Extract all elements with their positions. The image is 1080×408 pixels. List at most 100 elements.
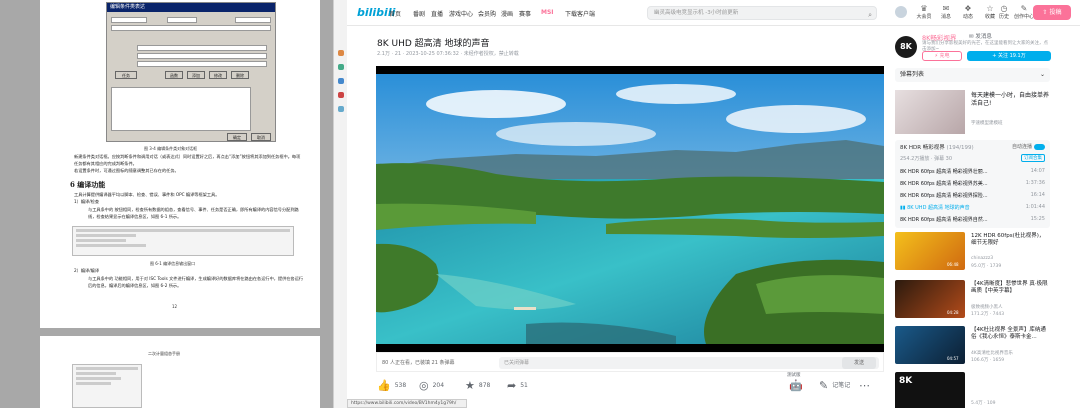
nav-esports[interactable]: 赛事: [519, 9, 531, 18]
danmaku-bar: 80 人正在看，已装填 21 条弹幕 已关闭弹幕 发送: [376, 352, 884, 372]
video-frame[interactable]: [376, 74, 884, 344]
top-navbar: bilibili 首页 番剧 直播 游戏中心 会员购 漫画 赛事 MSI 下载客…: [347, 0, 1080, 26]
episode-item-active[interactable]: ▮▮ 8K UHD 超高清 地球的声音 1:01:44: [900, 204, 1045, 211]
recommended-video[interactable]: 8K 5.4万 · 109: [895, 372, 1050, 408]
paragraph: 工具计算提供编译器平均以脚本、检查、错误、事件和 OPC 编译等框架工具。: [74, 192, 220, 197]
video-thumbnail: 8K: [895, 372, 965, 408]
topbar-dynamics[interactable]: ❖ 动态: [957, 4, 979, 20]
robot-icon[interactable]: 🤖: [789, 379, 807, 392]
page-header: 二次计量组态手册: [148, 351, 180, 356]
ad-card[interactable]: 每天建模一小时，自由接单养活自己! 宇速模型建模班: [895, 90, 1050, 134]
document-page: 编辑条件类表达 任务 函数 添加 修改 删除 确定 取消 图 3-4 编辑条件类…: [40, 0, 320, 328]
ad-thumbnail: [895, 90, 965, 134]
message-icon: ✉: [942, 4, 950, 13]
search-icon[interactable]: ⌕: [868, 9, 872, 21]
up-name[interactable]: 极致视频小黑人: [971, 304, 1003, 310]
document-viewer[interactable]: 编辑条件类表达 任务 函数 添加 修改 删除 确定 取消 图 3-4 编辑条件类…: [0, 0, 333, 408]
nav-live[interactable]: 直播: [431, 9, 443, 18]
share-button[interactable]: ➦ 51: [507, 379, 528, 392]
episode-item[interactable]: 8K HDR 60fps 超高清 畅彩视界自然... 15:25: [900, 216, 1045, 223]
nav-anime[interactable]: 番剧: [413, 9, 425, 18]
subheading: 1）编译/检查: [74, 199, 100, 204]
charge-button[interactable]: ⚡ 充电: [922, 51, 962, 61]
favorite-button[interactable]: ★ 878: [465, 379, 490, 392]
video-stats: 5.4万 · 109: [971, 401, 996, 406]
extension-icon[interactable]: [337, 78, 344, 84]
extension-icon[interactable]: [337, 64, 344, 70]
aerial-island-image: [376, 74, 884, 344]
extension-icon[interactable]: [337, 50, 344, 56]
send-message-link[interactable]: ✉ 发消息: [969, 32, 992, 40]
note-icon: ✎: [819, 379, 829, 392]
nav-home[interactable]: 首页: [389, 9, 401, 18]
episode-item[interactable]: 8K HDR 60fps 超高清 畅彩视界探险... 16:14: [900, 192, 1045, 199]
chevron-down-icon: ⌄: [1039, 71, 1045, 78]
section-heading: 6 编译功能: [70, 180, 106, 189]
coin-button[interactable]: ◎ 204: [419, 379, 444, 392]
figure-image: [72, 226, 294, 256]
collection-stats: 254.2万播放 · 弹幕 30: [900, 156, 953, 162]
dynamics-icon: ❖: [964, 4, 972, 13]
up-avatar[interactable]: 8K: [895, 36, 917, 58]
dialog-title: 编辑条件类表达: [107, 3, 275, 12]
video-stats: 171.2万 · 7443: [971, 312, 1005, 317]
notes-button[interactable]: ✎ 记笔记: [819, 379, 850, 392]
episode-item[interactable]: 8K HDR 60fps 超高清 畅彩视界壮丽... 14:07: [900, 168, 1045, 175]
dialog-figure: 编辑条件类表达 任务 函数 添加 修改 删除 确定 取消: [106, 2, 276, 142]
nav-download[interactable]: 下载客户端: [565, 9, 595, 18]
document-page: 二次计量组态手册: [40, 336, 320, 408]
like-button[interactable]: 👍 538: [377, 379, 406, 392]
nav-mall[interactable]: 会员购: [478, 9, 496, 18]
up-name[interactable]: 4K高清杜比视界音乐: [971, 350, 1013, 356]
bilibili-page: bilibili 首页 番剧 直播 游戏中心 会员购 漫画 赛事 MSI 下载客…: [347, 0, 1080, 408]
video-meta: 2.1万 · 21 · 2023-10-25 07:36:32 · 未经作者授权…: [377, 51, 519, 57]
danmaku-list-header[interactable]: 弹幕列表 ⌄: [895, 68, 1050, 82]
danmaku-count: 80 人正在看，已装填 21 条弹幕: [382, 360, 455, 366]
recommended-video[interactable]: 06:48 12K HDR 60fps(杜比视界)，细节无限好 chinazzz…: [895, 232, 1050, 270]
upload-button[interactable]: ⇧ 投稿: [1033, 5, 1071, 20]
user-avatar[interactable]: [895, 6, 907, 18]
star-icon: ★: [465, 379, 475, 392]
toggle-switch[interactable]: [1034, 143, 1045, 150]
extension-icon[interactable]: [337, 92, 344, 98]
subheading: 2）编译/编译: [74, 268, 100, 273]
video-stats: 106.6万 · 1659: [971, 358, 1005, 363]
ad-title: 每天建模一小时，自由接单养活自己!: [971, 92, 1050, 107]
figure-caption: 图 3-4 编辑条件类对象对话框: [144, 146, 198, 151]
coin-icon: ◎: [419, 379, 429, 392]
topbar-messages[interactable]: ✉ 消息: [935, 4, 957, 20]
beta-label: 测试版: [787, 373, 801, 378]
episode-item[interactable]: 8K HDR 60fps 超高清 畅彩视界苏美... 1:37:36: [900, 180, 1045, 187]
figure-caption: 图 6-1 编译信息输出窗口: [150, 261, 196, 266]
paragraph: 与工具条中的 功能相同，用于对 ISC Tools 文件进行编译，生成编译好的数…: [88, 276, 304, 288]
search-input[interactable]: 幽灵高级电竞显示机 -3小时前更新 ⌕: [647, 6, 877, 20]
collection-title[interactable]: 8K HDR 畅彩视界 (194/199): [900, 143, 974, 151]
nav-event-badge[interactable]: MSI: [541, 9, 554, 16]
collection-panel: 8K HDR 畅彩视界 (194/199) 自动连播 254.2万播放 · 弹幕…: [895, 140, 1050, 228]
extension-icon[interactable]: [337, 106, 344, 112]
recommended-video[interactable]: 04:28 【4K清晰度】悲惨世界 真·极限画质【中英字幕】 极致视频小黑人 1…: [895, 280, 1050, 318]
danmaku-send-button[interactable]: 发送: [842, 357, 876, 369]
share-icon: ➦: [507, 379, 517, 392]
danmaku-input[interactable]: 已关闭弹幕 发送: [499, 357, 879, 369]
thumbs-up-icon: 👍: [377, 379, 391, 392]
paragraph: 新建条件类对话框。应按判断条件和调用对话（或表达式）同时设置好之后，再点击“添加…: [74, 154, 301, 166]
vip-icon: ♛: [920, 4, 928, 13]
up-name[interactable]: chinazzz3: [971, 256, 993, 261]
follow-button[interactable]: + 关注 19.1万: [967, 51, 1051, 61]
recommended-video[interactable]: 04:57 【4K杜比视界 全景声】库纳通俗《我心永恒》泰斯卡金... 4K高清…: [895, 326, 1050, 364]
browser-status-url: https://www.bilibili.com/video/BV1hm4y1g…: [347, 399, 467, 408]
video-player[interactable]: [376, 66, 884, 352]
topbar-vip[interactable]: ♛ 大会员: [913, 4, 935, 20]
page-number: 12: [172, 304, 178, 309]
more-icon[interactable]: ⋯: [859, 379, 874, 392]
subscribe-collection-button[interactable]: 订阅合集: [1021, 154, 1045, 162]
figure-image: [72, 364, 142, 408]
paragraph: 若设置条件时，可通过图标的随意调整其已存在的任务。: [74, 168, 179, 173]
ad-source: 宇速模型建模班: [971, 121, 1003, 126]
nav-game[interactable]: 游戏中心: [449, 9, 473, 18]
video-title: 8K UHD 超高清 地球的声音: [377, 39, 490, 49]
autoplay-toggle[interactable]: 自动连播: [1012, 143, 1045, 150]
browser-sidebar: [333, 0, 347, 408]
nav-manga[interactable]: 漫画: [501, 9, 513, 18]
